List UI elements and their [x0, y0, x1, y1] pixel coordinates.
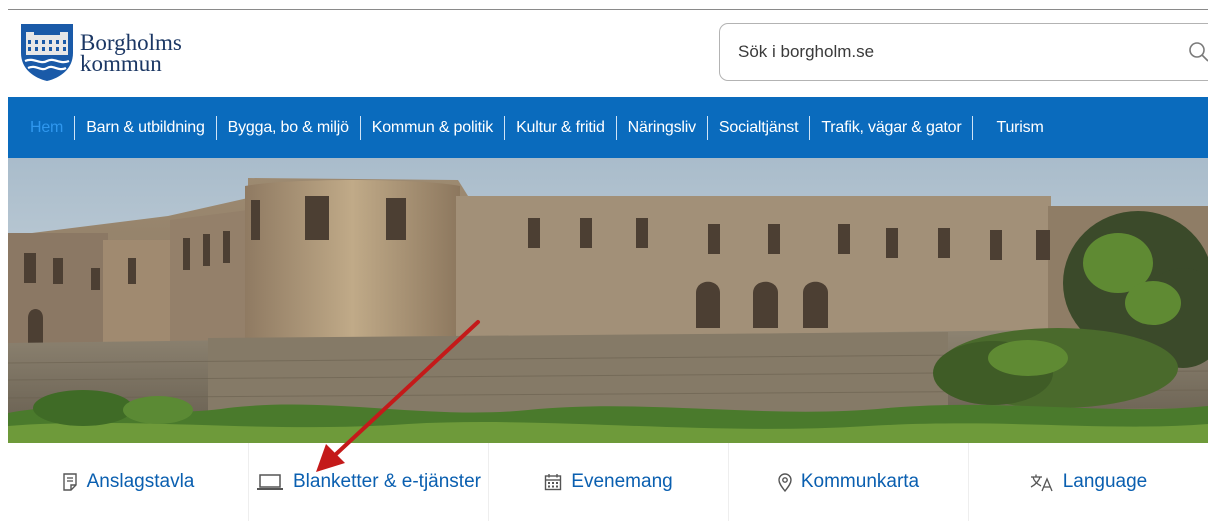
calendar-icon [545, 474, 562, 491]
coat-of-arms-icon [21, 24, 73, 81]
quicklink-label: Anslagstavla [86, 471, 195, 492]
search-box [719, 23, 1208, 81]
search-icon[interactable] [1188, 41, 1208, 63]
nav-item-bygga-bo-miljo[interactable]: Bygga, bo & miljö [217, 119, 360, 137]
site-logo[interactable]: Borgholms kommun [20, 23, 182, 82]
quick-links-bar: Anslagstavla Blanketter & e-tjänster Eve… [8, 443, 1208, 521]
quicklink-label: Kommunkarta [800, 471, 920, 492]
quicklink-kommunkarta[interactable]: Kommunkarta [728, 443, 968, 521]
nav-item-kultur-fritid[interactable]: Kultur & fritid [505, 119, 616, 137]
nav-item-turism[interactable]: Turism [985, 119, 1054, 137]
hero-image-castle-ruins [8, 158, 1208, 443]
logo-wordmark: Borgholms kommun [80, 29, 182, 76]
quicklink-label: Blanketter & e-tjänster [293, 471, 481, 492]
nav-item-trafik-vagar-gator[interactable]: Trafik, vägar & gator [810, 119, 972, 137]
nav-item-naringsliv[interactable]: Näringsliv [617, 119, 707, 137]
notice-board-icon [62, 473, 77, 491]
quicklink-evenemang[interactable]: Evenemang [488, 443, 728, 521]
map-pin-icon [778, 472, 792, 492]
quicklink-label: Language [1062, 471, 1148, 492]
site-header: Borgholms kommun [8, 10, 1208, 97]
quicklink-anslagstavla[interactable]: Anslagstavla [8, 443, 248, 521]
quicklink-label: Evenemang [571, 471, 673, 492]
quicklink-language[interactable]: Language [968, 443, 1208, 521]
nav-item-hem[interactable]: Hem [19, 119, 74, 137]
laptop-icon [257, 474, 283, 490]
logo-line-2: kommun [80, 50, 162, 76]
nav-item-socialtjanst[interactable]: Socialtjänst [708, 119, 809, 137]
logo-line-1: Borgholms [80, 29, 182, 55]
main-navigation: Hem Barn & utbildning Bygga, bo & miljö … [8, 97, 1208, 158]
nav-separator [972, 115, 974, 140]
quicklink-blanketter-e-tjanster[interactable]: Blanketter & e-tjänster [248, 443, 488, 521]
translate-icon [1030, 474, 1053, 491]
search-input[interactable] [738, 24, 1158, 79]
nav-item-barn-utbildning[interactable]: Barn & utbildning [75, 119, 215, 137]
nav-item-kommun-politik[interactable]: Kommun & politik [361, 119, 504, 137]
castle-ruins-illustration [8, 158, 1208, 443]
